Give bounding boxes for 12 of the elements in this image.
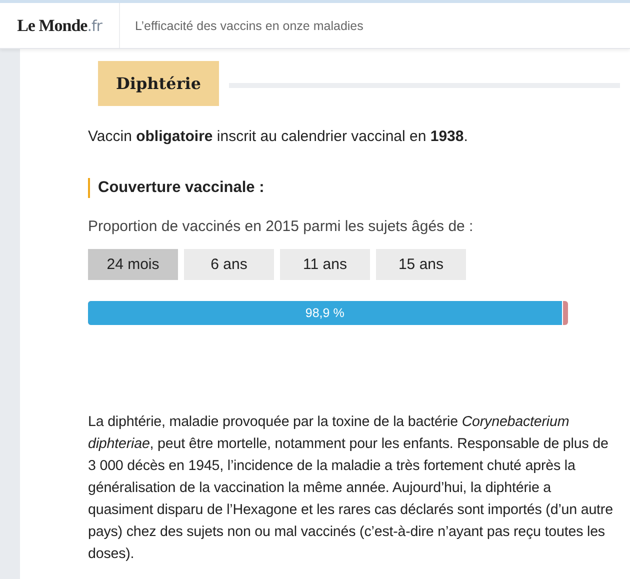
coverage-value: 98,9 %	[305, 306, 344, 320]
age-tab[interactable]: 24 mois	[88, 249, 178, 280]
intro-text: Vaccin obligatoire inscrit au calendrier vaccinal en 1938.	[88, 128, 469, 145]
section-heading: Couverture vaccinale :	[88, 178, 620, 198]
age-tab[interactable]: 15 ans	[376, 249, 466, 280]
caption-text: Proportion de vaccinés en 2015 parmi les sujets âgés de :	[88, 218, 474, 235]
age-tab[interactable]: 11 ans	[280, 249, 370, 280]
site-logo[interactable]: Le Monde.fr	[0, 3, 120, 48]
page-title: L’efficacité des vaccins en onze maladies	[134, 18, 364, 34]
description-text: La diphtérie, maladie provoquée par la toxine de la bactérie Corynebacterium diphteriae, peut être mortelle, notamment pour les enfants. Responsable de plus de 3 000 décès en 1945, l’incidence de la maladie a très fortement chuté après la généralisation de la vaccination la même année. Aujourd’hui, la diphtérie a quasiment disparu de l’Hexagone et les rares cas déclarés sont importés (d’un autre pays) chez des sujets non ou mal vaccinés (c’est-à-dire n’ayant pas reçu toutes les doses).	[88, 413, 614, 564]
age-tab[interactable]: 6 ans	[184, 249, 274, 280]
disease-tag: Diphtérie	[98, 61, 220, 106]
